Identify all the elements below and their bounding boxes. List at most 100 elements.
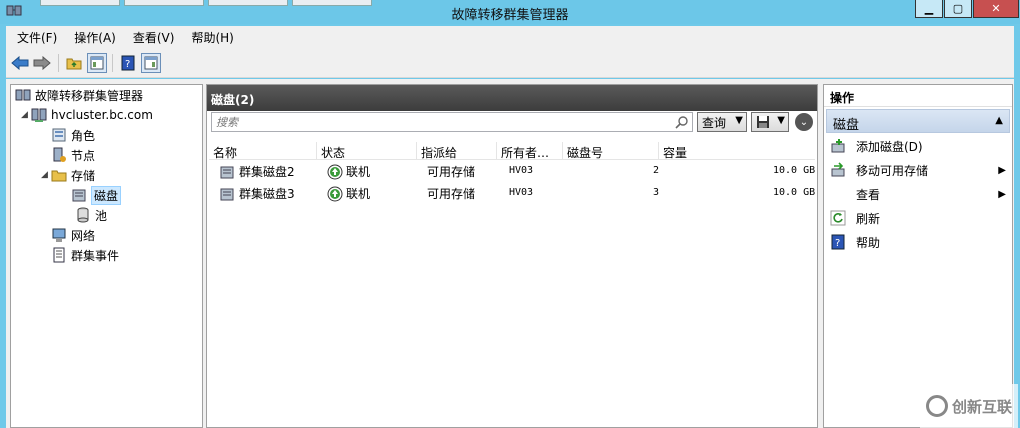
action-label: 查看 <box>856 187 881 202</box>
tree-item-storage[interactable]: ◢ 存储 <box>41 165 95 185</box>
forward-button[interactable] <box>32 53 52 73</box>
status-text: 联机 <box>346 187 371 201</box>
maximize-button[interactable]: ▢ <box>944 0 972 18</box>
help-button[interactable]: ? <box>118 53 138 73</box>
tree-item-pools[interactable]: 池 <box>75 205 107 225</box>
cell-name: 群集磁盘3 <box>219 185 295 202</box>
refresh-icon <box>830 210 846 226</box>
svg-text:?: ? <box>835 238 840 249</box>
back-button[interactable] <box>10 53 30 73</box>
collapse-icon[interactable]: ◢ <box>41 170 51 180</box>
cluster-disk-icon <box>220 188 234 200</box>
window-title: 故障转移群集管理器 <box>451 8 569 23</box>
collapse-up-icon: ▲ <box>995 115 1003 126</box>
menu-action[interactable]: 操作(A) <box>63 29 122 46</box>
action-label: 移动可用存储 <box>856 163 929 178</box>
tree-label: hvcluster.bc.com <box>51 108 153 122</box>
tree-label: 网络 <box>71 228 96 243</box>
toolbar: ? <box>6 48 1014 78</box>
close-button[interactable]: ✕ <box>973 0 1019 18</box>
cell-name: 群集磁盘2 <box>219 163 295 180</box>
event-log-icon <box>51 247 67 263</box>
column-header-owner[interactable]: 所有者… <box>497 142 563 160</box>
submenu-arrow-icon: ▶ <box>998 164 1006 176</box>
show-action-pane-button[interactable] <box>141 53 161 73</box>
menu-file[interactable]: 文件(F) <box>6 29 63 46</box>
add-disk-icon <box>831 139 845 153</box>
menu-bar: 文件(F) 操作(A) 查看(V) 帮助(H) <box>6 26 1014 48</box>
action-refresh[interactable]: 刷新 <box>830 207 1010 229</box>
cell-owner: HV03 <box>509 187 534 198</box>
results-header: 磁盘(2) <box>207 85 817 111</box>
column-header-name[interactable]: 名称 <box>209 142 317 160</box>
cluster-disk-icon <box>220 166 234 178</box>
tree-item-disks[interactable]: 磁盘 <box>71 185 122 205</box>
roles-icon <box>51 127 67 143</box>
query-button[interactable]: 查询 ▼ <box>697 112 747 132</box>
disk-icon <box>71 187 87 203</box>
tree-item-cluster[interactable]: ◢ hvcluster.bc.com <box>21 105 153 125</box>
cell-status: 联机 <box>327 163 370 180</box>
column-header-assigned[interactable]: 指派给 <box>417 142 497 160</box>
cluster-icon <box>31 107 47 123</box>
chevron-down-icon: ▼ <box>735 115 743 126</box>
submenu-arrow-icon: ▶ <box>998 188 1006 200</box>
action-help[interactable]: ? 帮助 <box>830 231 1010 253</box>
tree-item-root[interactable]: 故障转移群集管理器 <box>15 85 143 105</box>
save-icon <box>757 116 769 128</box>
console-tree-icon <box>90 56 104 70</box>
table-row[interactable]: 群集磁盘3 联机 可用存储 HV03 3 10.0 GB <box>209 182 815 204</box>
minimize-button[interactable]: ▁ <box>915 0 943 18</box>
tree-item-roles[interactable]: 角色 <box>51 125 95 145</box>
console-tree: 故障转移群集管理器 ◢ hvcluster.bc.com 角色 节点 ◢ 存储 … <box>10 84 203 428</box>
tree-item-nodes[interactable]: 节点 <box>51 145 95 165</box>
help-icon: ? <box>831 234 845 250</box>
cell-capacity: 10.0 GB <box>773 187 816 198</box>
title-bar: 故障转移群集管理器 ▁ ▢ ✕ <box>0 0 1020 24</box>
chevron-down-icon: ▼ <box>777 115 785 126</box>
actions-section-disks[interactable]: 磁盘 ▲ <box>826 109 1010 133</box>
table-row[interactable]: 群集磁盘2 联机 可用存储 HV03 2 10.0 GB <box>209 160 815 182</box>
disk-name: 群集磁盘2 <box>239 165 295 179</box>
action-view[interactable]: 查看 ▶ <box>830 183 1010 205</box>
collapse-icon[interactable]: ◢ <box>21 110 31 120</box>
folder-up-icon <box>66 58 82 70</box>
cell-assigned: 可用存储 <box>427 165 476 179</box>
column-header-disk-number[interactable]: 磁盘号 <box>563 142 659 160</box>
tree-label: 存储 <box>71 168 96 183</box>
show-hide-tree-button[interactable] <box>87 53 107 73</box>
search-input[interactable] <box>211 112 693 132</box>
actions-title: 操作 <box>824 85 1012 107</box>
save-query-button[interactable]: ▼ <box>751 112 789 132</box>
column-header-status[interactable]: 状态 <box>317 142 417 160</box>
cell-capacity: 10.0 GB <box>773 165 816 176</box>
menu-view[interactable]: 查看(V) <box>122 29 181 46</box>
tree-label: 故障转移群集管理器 <box>35 88 144 103</box>
cell-disk-number: 2 <box>653 165 660 176</box>
status-text: 联机 <box>346 165 371 179</box>
action-move-storage[interactable]: 移动可用存储 ▶ <box>830 159 1010 181</box>
action-label: 添加磁盘(D) <box>856 139 923 154</box>
action-add-disk[interactable]: 添加磁盘(D) <box>830 135 1010 157</box>
toolbar-separator <box>58 54 59 72</box>
cell-owner: HV03 <box>509 165 534 176</box>
pool-icon <box>75 207 91 223</box>
online-status-icon <box>327 186 343 201</box>
disk-table: 名称 状态 指派给 所有者… 磁盘号 容量 群集磁盘2 联机 可用存储 HV03… <box>209 142 815 204</box>
tree-item-events[interactable]: 群集事件 <box>51 245 119 265</box>
column-header-capacity[interactable]: 容量 <box>659 142 815 160</box>
cell-disk-number: 3 <box>653 187 660 198</box>
results-pane: 磁盘(2) 查询 ▼ ▼ ⌄ 名称 状态 指派给 所有者… 磁盘号 容量 群集磁… <box>206 84 818 428</box>
tree-item-networks[interactable]: 网络 <box>51 225 95 245</box>
search-bar: 查询 ▼ ▼ ⌄ <box>209 112 815 134</box>
blank-icon <box>830 186 846 202</box>
move-storage-icon <box>831 162 845 177</box>
search-icon[interactable] <box>675 115 689 129</box>
action-label: 刷新 <box>856 211 881 226</box>
watermark-logo: 创新互联 <box>920 384 1018 428</box>
up-folder-button[interactable] <box>64 53 84 73</box>
tree-label: 节点 <box>71 148 96 163</box>
expand-icon[interactable]: ⌄ <box>795 113 813 131</box>
menu-help[interactable]: 帮助(H) <box>180 29 239 46</box>
online-status-icon <box>327 164 343 179</box>
